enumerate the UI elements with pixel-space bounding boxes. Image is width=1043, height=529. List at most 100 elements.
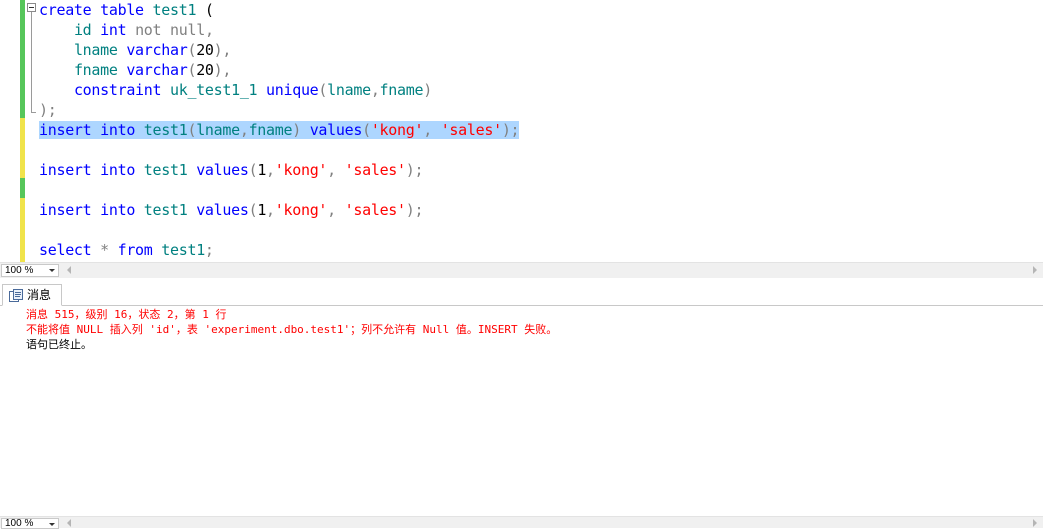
code-token: , <box>266 161 275 179</box>
code-token: ); <box>405 201 424 219</box>
code-token: test1 <box>143 161 188 179</box>
results-zoom-select[interactable]: 100 % <box>1 518 59 529</box>
code-token: 'kong' <box>274 201 328 219</box>
code-token: 'sales' <box>440 121 502 139</box>
code-token: insert <box>39 121 92 139</box>
code-text: select * from test1; <box>39 241 214 259</box>
code-line[interactable]: ); <box>39 100 57 120</box>
chevron-down-icon <box>49 269 55 272</box>
code-token: ; <box>204 241 214 259</box>
code-line[interactable]: select * from test1; <box>39 240 214 260</box>
code-token: ( <box>187 41 197 59</box>
code-text: create table test1 ( <box>39 1 214 19</box>
code-token: , <box>204 21 214 39</box>
code-token: constraint <box>73 81 162 99</box>
chevron-down-icon <box>49 523 55 526</box>
scroll-right-icon[interactable] <box>1033 519 1037 527</box>
results-tab-strip: 消息 <box>0 282 1043 306</box>
code-line[interactable]: lname varchar(20), <box>39 40 231 60</box>
collapse-region-icon[interactable] <box>27 3 36 12</box>
code-token: test1 <box>152 1 197 19</box>
code-token: ), <box>213 61 232 79</box>
selected-text: insert into test1(lname,fname) values('k… <box>39 121 520 139</box>
info-message-line: 语句已终止。 <box>26 338 92 351</box>
scroll-left-icon[interactable] <box>67 519 71 527</box>
code-token: 'sales' <box>344 161 406 179</box>
code-text: constraint uk_test1_1 unique(lname,fname… <box>39 81 432 99</box>
code-token: , <box>327 161 336 179</box>
code-token: test1 <box>143 121 188 139</box>
code-line[interactable]: fname varchar(20), <box>39 60 231 80</box>
code-token: , <box>370 81 380 99</box>
editor-zoom-select[interactable]: 100 % <box>1 264 59 277</box>
change-marker-unsaved <box>20 118 25 178</box>
code-text: id int not null, <box>39 21 214 39</box>
editor-gutter <box>0 0 20 262</box>
messages-icon <box>9 289 23 302</box>
tab-messages[interactable]: 消息 <box>2 284 62 306</box>
code-token: not <box>135 21 162 39</box>
zoom-value: 100 % <box>5 518 34 529</box>
code-token: ( <box>248 201 258 219</box>
code-text: lname varchar(20), <box>39 41 231 59</box>
code-text: fname varchar(20), <box>39 61 231 79</box>
code-token: ( <box>362 121 371 139</box>
messages-pane[interactable]: 消息 515，级别 16，状态 2，第 1 行不能将值 NULL 插入列 'id… <box>0 306 1043 516</box>
code-token: values <box>196 201 249 219</box>
code-text: insert into test1 values(1,'kong', 'sale… <box>39 161 424 179</box>
code-token: table <box>100 1 144 19</box>
fold-guide-line <box>31 12 32 113</box>
code-token: 20 <box>196 61 214 79</box>
fold-guide-end <box>31 112 36 113</box>
code-token: uk_test1_1 <box>169 81 258 99</box>
code-text: ); <box>39 101 57 119</box>
error-message-line: 不能将值 NULL 插入列 'id'，表 'experiment.dbo.tes… <box>26 323 558 336</box>
scroll-left-icon[interactable] <box>67 266 71 274</box>
code-token: fname <box>73 61 118 79</box>
code-line[interactable]: insert into test1 values(1,'kong', 'sale… <box>39 160 424 180</box>
editor-status-bar: 100 % <box>0 262 1043 278</box>
code-token: ( <box>187 61 197 79</box>
code-token: from <box>117 241 153 259</box>
query-editor[interactable]: create table test1 ( id int not null, ln… <box>0 0 1043 262</box>
code-token: lname <box>73 41 118 59</box>
code-token: ( <box>248 161 258 179</box>
code-token: select <box>39 241 92 259</box>
change-marker-saved <box>20 178 25 198</box>
code-token: , <box>266 201 275 219</box>
code-token: ); <box>39 101 57 119</box>
code-token: varchar <box>126 61 188 79</box>
code-token: 'sales' <box>344 201 406 219</box>
code-token: into <box>100 201 136 219</box>
code-token: ); <box>405 161 424 179</box>
code-token: create <box>39 1 92 19</box>
scroll-right-icon[interactable] <box>1033 266 1037 274</box>
code-line[interactable]: insert into test1 values(1,'kong', 'sale… <box>39 200 424 220</box>
code-line[interactable]: id int not null, <box>39 20 214 40</box>
code-line[interactable]: create table test1 ( <box>39 0 214 20</box>
code-line[interactable]: constraint uk_test1_1 unique(lname,fname… <box>39 80 432 100</box>
code-token: lname <box>327 81 371 99</box>
code-token: ( <box>196 1 214 19</box>
code-token: lname <box>196 121 240 139</box>
code-token: , <box>239 121 249 139</box>
code-line[interactable]: insert into test1(lname,fname) values('k… <box>39 120 520 140</box>
